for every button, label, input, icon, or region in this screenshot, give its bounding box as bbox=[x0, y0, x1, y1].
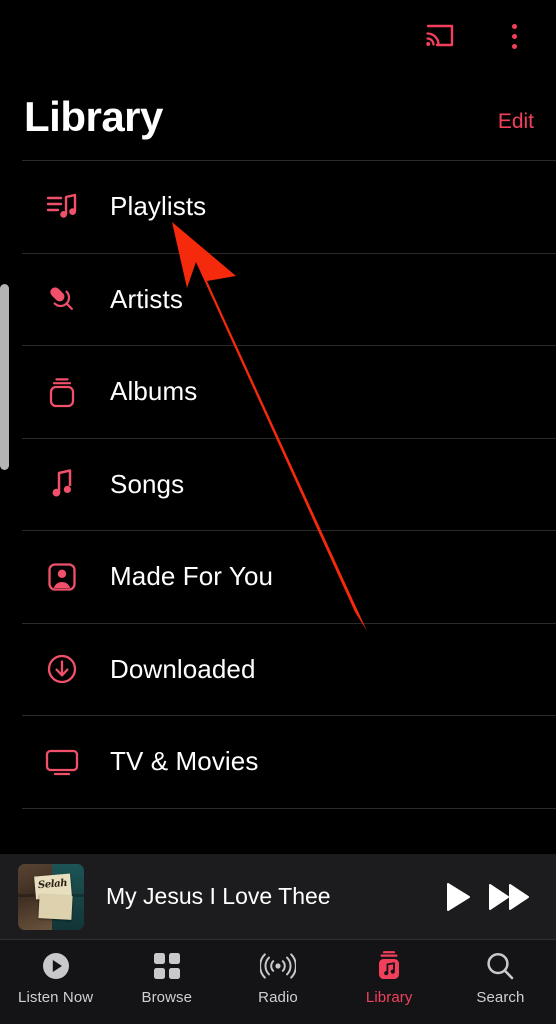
play-button[interactable] bbox=[432, 871, 484, 923]
library-item-songs[interactable]: Songs bbox=[22, 437, 556, 531]
library-item-label: Artists bbox=[110, 283, 183, 314]
tab-listen-now[interactable]: Listen Now bbox=[0, 950, 111, 1006]
library-item-label: Made For You bbox=[110, 561, 274, 592]
library-item-artists[interactable]: Artists bbox=[22, 252, 556, 346]
library-item-label: Playlists bbox=[110, 191, 207, 222]
tab-label: Library bbox=[365, 989, 413, 1006]
library-item-downloaded[interactable]: Downloaded bbox=[22, 622, 556, 716]
library-item-playlists[interactable]: Playlists bbox=[22, 160, 556, 253]
library-item-label: Albums bbox=[110, 376, 198, 407]
library-item-label: TV & Movies bbox=[110, 746, 259, 777]
tab-label: Radio bbox=[258, 989, 298, 1006]
artwork-paper-bottom bbox=[38, 893, 73, 920]
library-item-label: Songs bbox=[110, 468, 185, 499]
tab-radio[interactable]: Radio bbox=[222, 950, 333, 1006]
tab-label: Browse bbox=[141, 989, 193, 1006]
edit-button[interactable]: Edit bbox=[498, 111, 534, 142]
tab-search[interactable]: Search bbox=[445, 950, 556, 1006]
library-item-albums[interactable]: Albums bbox=[22, 345, 556, 438]
library-item-tv-and-movies[interactable]: TV & Movies bbox=[22, 715, 556, 808]
broadcast-waves-icon bbox=[260, 950, 296, 982]
now-playing-bar[interactable]: Selah My Jesus I Love Thee bbox=[0, 854, 556, 940]
music-app-library-screen: Library Edit Playlists Artists Albums So… bbox=[0, 0, 556, 1024]
tab-library[interactable]: Library bbox=[334, 950, 445, 1006]
bottom-tab-bar: Listen Now Browse Radio Library Search bbox=[0, 940, 556, 1024]
microphone-icon bbox=[32, 282, 92, 316]
top-bar bbox=[0, 0, 556, 72]
playlist-music-note-icon bbox=[32, 190, 92, 224]
grid-icon bbox=[153, 950, 181, 982]
page-title: Library bbox=[24, 93, 163, 140]
scrollbar-thumb[interactable] bbox=[0, 284, 9, 470]
library-list: Playlists Artists Albums Songs Made For … bbox=[0, 142, 556, 854]
library-item-label: Downloaded bbox=[110, 653, 256, 684]
library-item-made-for-you[interactable]: Made For You bbox=[22, 530, 556, 623]
tv-monitor-icon bbox=[32, 746, 92, 778]
library-albums-icon bbox=[374, 950, 404, 982]
albums-stack-icon bbox=[32, 375, 92, 409]
person-square-icon bbox=[32, 560, 92, 594]
now-playing-title: My Jesus I Love Thee bbox=[106, 883, 331, 909]
list-bottom-divider bbox=[22, 807, 556, 809]
play-circle-icon bbox=[41, 950, 71, 982]
search-icon bbox=[485, 950, 515, 982]
download-circle-icon bbox=[32, 652, 92, 686]
music-note-icon bbox=[32, 467, 92, 501]
library-header: Library Edit bbox=[0, 72, 556, 142]
more-vertical-icon[interactable] bbox=[490, 12, 538, 60]
tab-browse[interactable]: Browse bbox=[111, 950, 222, 1006]
overflow-dots bbox=[511, 19, 517, 53]
album-artwork[interactable]: Selah bbox=[18, 863, 84, 930]
artwork-title-text: Selah bbox=[37, 877, 68, 891]
tab-label: Search bbox=[476, 989, 525, 1006]
cast-icon[interactable] bbox=[416, 12, 464, 60]
tab-label: Listen Now bbox=[18, 989, 94, 1006]
fast-forward-button[interactable] bbox=[484, 871, 536, 923]
